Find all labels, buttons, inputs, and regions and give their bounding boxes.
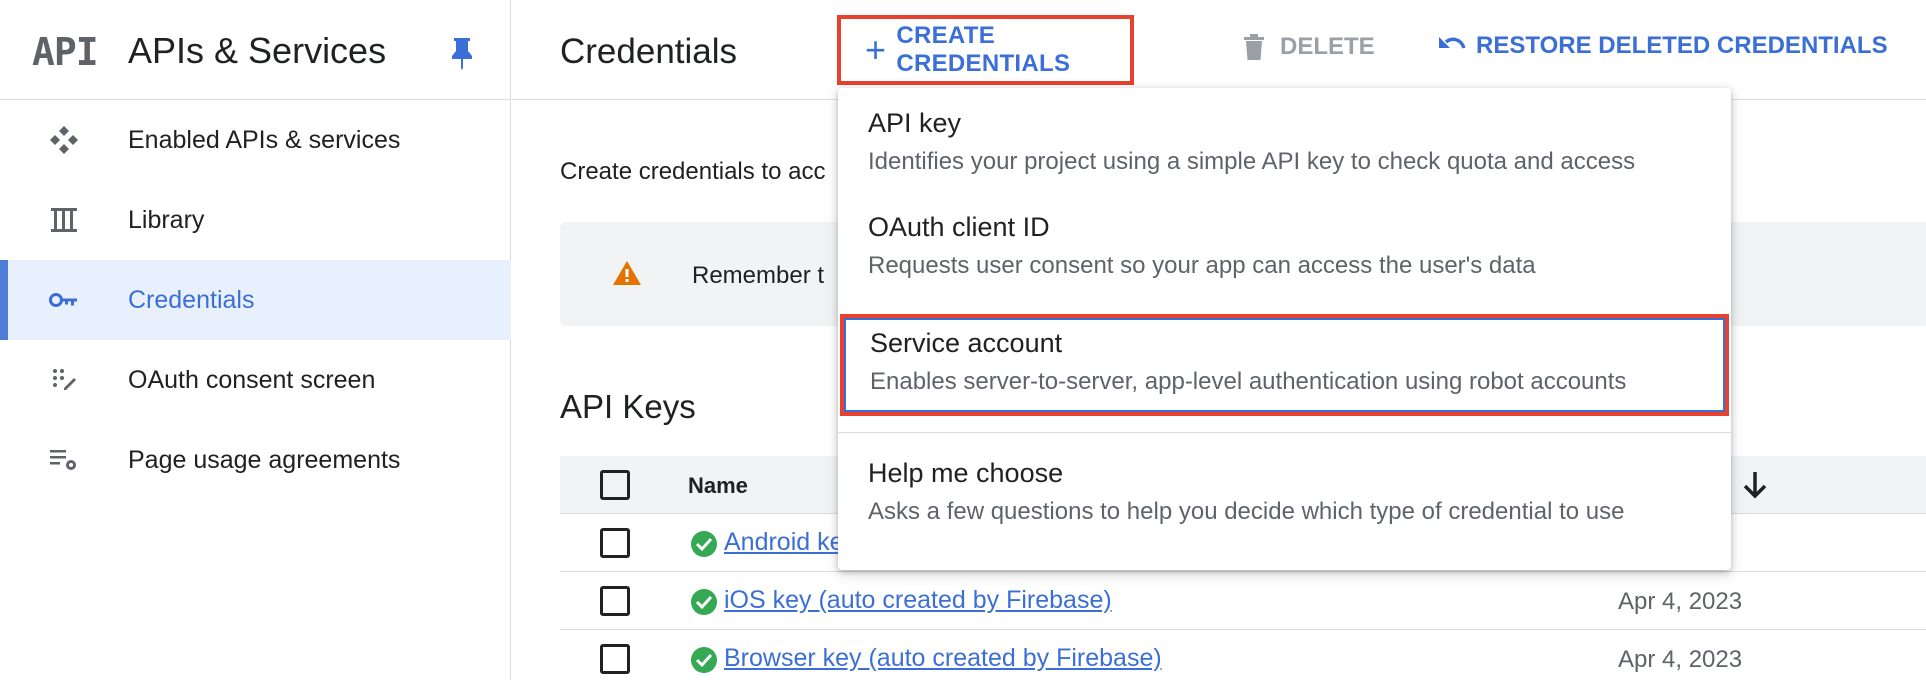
library-icon	[48, 206, 80, 234]
create-credentials-menu: API key Identifies your project using a …	[838, 88, 1731, 570]
delete-label: DELETE	[1280, 33, 1375, 60]
sidebar-item-label: Enabled APIs & services	[128, 125, 401, 154]
trash-icon	[1244, 34, 1264, 60]
key-name-link[interactable]: iOS key (auto created by Firebase)	[724, 586, 1112, 615]
restore-deleted-credentials-button[interactable]: RESTORE DELETED CREDENTIALS	[1436, 32, 1888, 60]
sidebar: API APIs & Services Enabled APIs & servi…	[0, 0, 511, 680]
intro-text: Create credentials to acc	[560, 158, 826, 185]
menu-item-title: Help me choose	[868, 458, 1064, 488]
row-checkbox[interactable]	[600, 644, 630, 674]
sidebar-header: API APIs & Services	[0, 0, 511, 100]
key-creation-date: Apr 4, 2023	[1618, 588, 1743, 615]
key-icon	[48, 286, 80, 314]
check-circle-icon	[691, 647, 717, 673]
menu-item-description: Requests user consent so your app can ac…	[868, 252, 1536, 279]
menu-item-oauth-client-id[interactable]: OAuth client ID Requests user consent so…	[838, 200, 1731, 304]
toolbar: Credentials + CREATE CREDENTIALS DELETE …	[512, 0, 1926, 100]
create-credentials-label: CREATE CREDENTIALS	[896, 22, 1071, 77]
sidebar-item-label: OAuth consent screen	[128, 365, 376, 394]
table-row: Browser key (auto created by Firebase) A…	[560, 630, 1926, 680]
api-logo: API	[32, 30, 99, 74]
check-circle-icon	[691, 531, 717, 557]
menu-item-title: OAuth client ID	[868, 212, 1050, 242]
row-checkbox[interactable]	[600, 528, 630, 558]
key-name-link[interactable]: Browser key (auto created by Firebase)	[724, 644, 1162, 673]
page-title: Credentials	[560, 32, 738, 71]
sidebar-item-page-usage[interactable]: Page usage agreements	[0, 420, 511, 500]
key-creation-date: Apr 4, 2023	[1618, 646, 1743, 673]
warning-icon	[613, 261, 641, 285]
check-circle-icon	[691, 589, 717, 615]
menu-item-api-key[interactable]: API key Identifies your project using a …	[838, 96, 1731, 200]
menu-item-description: Identifies your project using a simple A…	[868, 148, 1636, 175]
sidebar-item-label: Page usage agreements	[128, 445, 401, 474]
menu-item-description: Enables server-to-server, app-level auth…	[870, 368, 1627, 395]
sidebar-item-label: Credentials	[128, 285, 255, 314]
delete-button[interactable]: DELETE	[1242, 32, 1375, 62]
sidebar-item-enabled-apis[interactable]: Enabled APIs & services	[0, 100, 511, 180]
table-row: iOS key (auto created by Firebase) Apr 4…	[560, 572, 1926, 630]
select-all-checkbox[interactable]	[600, 470, 630, 500]
page-usage-settings-icon	[48, 446, 80, 474]
product-title: APIs & Services	[128, 30, 387, 71]
restore-label: RESTORE DELETED CREDENTIALS	[1476, 32, 1888, 59]
menu-item-description: Asks a few questions to help you decide …	[868, 498, 1625, 525]
create-credentials-button[interactable]: + CREATE CREDENTIALS	[837, 15, 1134, 85]
pin-icon[interactable]	[448, 36, 476, 70]
api-keys-title: API Keys	[560, 388, 696, 425]
menu-item-title: Service account	[870, 328, 1063, 358]
sidebar-item-credentials[interactable]: Credentials	[0, 260, 511, 340]
banner-text: Remember t	[692, 262, 825, 289]
sidebar-item-library[interactable]: Library	[0, 180, 511, 260]
row-checkbox[interactable]	[600, 586, 630, 616]
menu-divider	[838, 432, 1731, 433]
menu-item-title: API key	[868, 108, 962, 138]
column-header-name[interactable]: Name	[688, 473, 748, 499]
arrow-down-icon[interactable]	[1742, 470, 1768, 500]
menu-item-help-me-choose[interactable]: Help me choose Asks a few questions to h…	[838, 446, 1731, 550]
key-name-link[interactable]: Android ke	[724, 528, 844, 557]
plus-icon: +	[865, 29, 887, 70]
menu-item-service-account[interactable]: Service account Enables server-to-server…	[840, 314, 1729, 416]
sidebar-item-label: Library	[128, 205, 205, 234]
oauth-consent-icon	[48, 366, 80, 394]
undo-icon	[1439, 37, 1466, 49]
enabled-apis-icon	[48, 126, 80, 154]
sidebar-nav: Enabled APIs & services Library Credenti…	[0, 100, 511, 500]
sidebar-item-oauth-consent[interactable]: OAuth consent screen	[0, 340, 511, 420]
